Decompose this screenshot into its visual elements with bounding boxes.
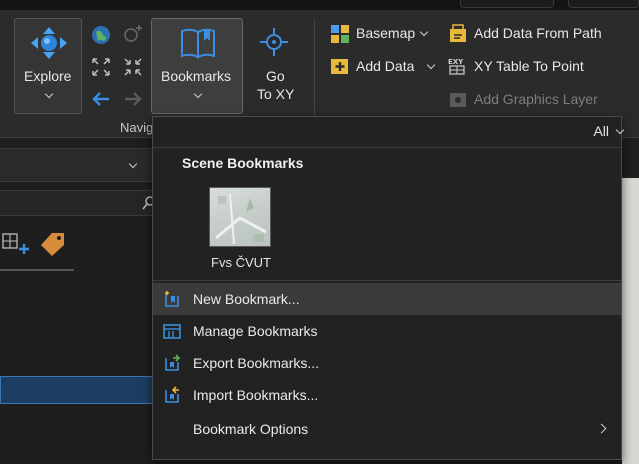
contents-search-bar[interactable] <box>0 190 154 216</box>
new-bookmark-icon <box>165 291 179 307</box>
menu-item-export-bookmarks[interactable]: Export Bookmarks... <box>153 347 621 379</box>
go-to-xy-label-line2[interactable]: To XY <box>257 86 294 102</box>
menu-item-manage-bookmarks[interactable]: Manage Bookmarks <box>153 315 621 347</box>
top-tab[interactable] <box>460 0 554 8</box>
bookmark-thumbnail[interactable] <box>209 187 271 247</box>
add-data-label[interactable]: Add Data <box>356 58 414 74</box>
globe-icon[interactable] <box>90 24 112 46</box>
top-tab[interactable] <box>568 0 639 8</box>
menu-item-new-bookmark[interactable]: New Bookmark... <box>153 283 621 315</box>
ribbon-group-separator <box>314 18 315 116</box>
menu-item-label: Import Bookmarks... <box>193 387 319 403</box>
window-top-strip <box>0 0 639 10</box>
chevron-down-icon[interactable] <box>419 27 429 37</box>
map-view-edge[interactable] <box>622 178 639 464</box>
selected-layer-row[interactable] <box>0 376 152 404</box>
add-data-from-path-label[interactable]: Add Data From Path <box>474 25 602 41</box>
manage-bookmarks-icon <box>163 324 181 339</box>
forward-arrow-icon[interactable] <box>122 88 144 110</box>
tag-icon[interactable] <box>38 230 68 258</box>
menu-item-label: Manage Bookmarks <box>193 323 318 339</box>
scene-bookmarks-heading: Scene Bookmarks <box>182 155 304 171</box>
back-arrow-icon[interactable] <box>90 88 112 110</box>
import-bookmarks-icon <box>165 386 179 403</box>
menu-item-label: Export Bookmarks... <box>193 355 320 371</box>
bookmarks-button[interactable]: Bookmarks <box>151 18 243 114</box>
fixed-zoom-icon[interactable] <box>122 56 144 78</box>
menu-item-label: New Bookmark... <box>193 291 300 307</box>
xy-table-to-point-label[interactable]: XY Table To Point <box>474 58 584 74</box>
menu-item-bookmark-options[interactable]: Bookmark Options <box>153 413 621 445</box>
full-extent-icon[interactable] <box>90 56 112 78</box>
dropdown-divider <box>153 147 621 148</box>
add-table-icon[interactable] <box>2 232 32 256</box>
tab-underline <box>0 269 74 271</box>
chevron-down-icon <box>193 89 203 99</box>
bookmarks-filter-dropdown[interactable]: All <box>593 123 625 139</box>
basemap-icon[interactable] <box>330 24 350 44</box>
ribbon-group-label: Navig <box>120 120 154 135</box>
chevron-down-icon[interactable] <box>128 159 138 169</box>
explore-icon <box>31 27 67 59</box>
chevron-down-icon <box>44 89 54 99</box>
bookmarks-label: Bookmarks <box>161 68 232 84</box>
chevron-right-icon <box>596 423 607 434</box>
export-bookmarks-icon <box>165 354 181 371</box>
xy-table-to-point-icon[interactable]: EXY <box>448 56 468 76</box>
navigator-icon[interactable] <box>122 24 144 46</box>
contents-pane <box>0 138 154 464</box>
add-graphics-layer-icon <box>450 93 466 107</box>
bookmarks-book-icon <box>181 28 215 59</box>
svg-text:EXY: EXY <box>448 58 464 66</box>
add-data-icon[interactable] <box>330 56 350 76</box>
add-graphics-layer-label: Add Graphics Layer <box>474 91 598 107</box>
go-to-xy-icon[interactable] <box>258 26 290 58</box>
add-data-from-path-icon[interactable] <box>448 24 468 44</box>
bookmarks-dropdown: All Scene Bookmarks Fvs ČVUT New Bookmar… <box>152 116 625 460</box>
bookmarks-filter-label: All <box>593 123 609 139</box>
contents-pane-header[interactable] <box>0 148 152 182</box>
bookmark-name[interactable]: Fvs ČVUT <box>201 255 281 270</box>
chevron-down-icon[interactable] <box>426 60 436 70</box>
go-to-xy-label-line1[interactable]: Go <box>266 68 285 84</box>
dropdown-divider <box>153 280 621 281</box>
explore-label: Explore <box>24 68 72 84</box>
basemap-label[interactable]: Basemap <box>356 25 415 41</box>
menu-item-import-bookmarks[interactable]: Import Bookmarks... <box>153 379 621 411</box>
bookmark-thumbnail-image <box>215 193 267 245</box>
menu-item-label: Bookmark Options <box>193 421 309 437</box>
explore-button[interactable]: Explore <box>14 18 82 114</box>
